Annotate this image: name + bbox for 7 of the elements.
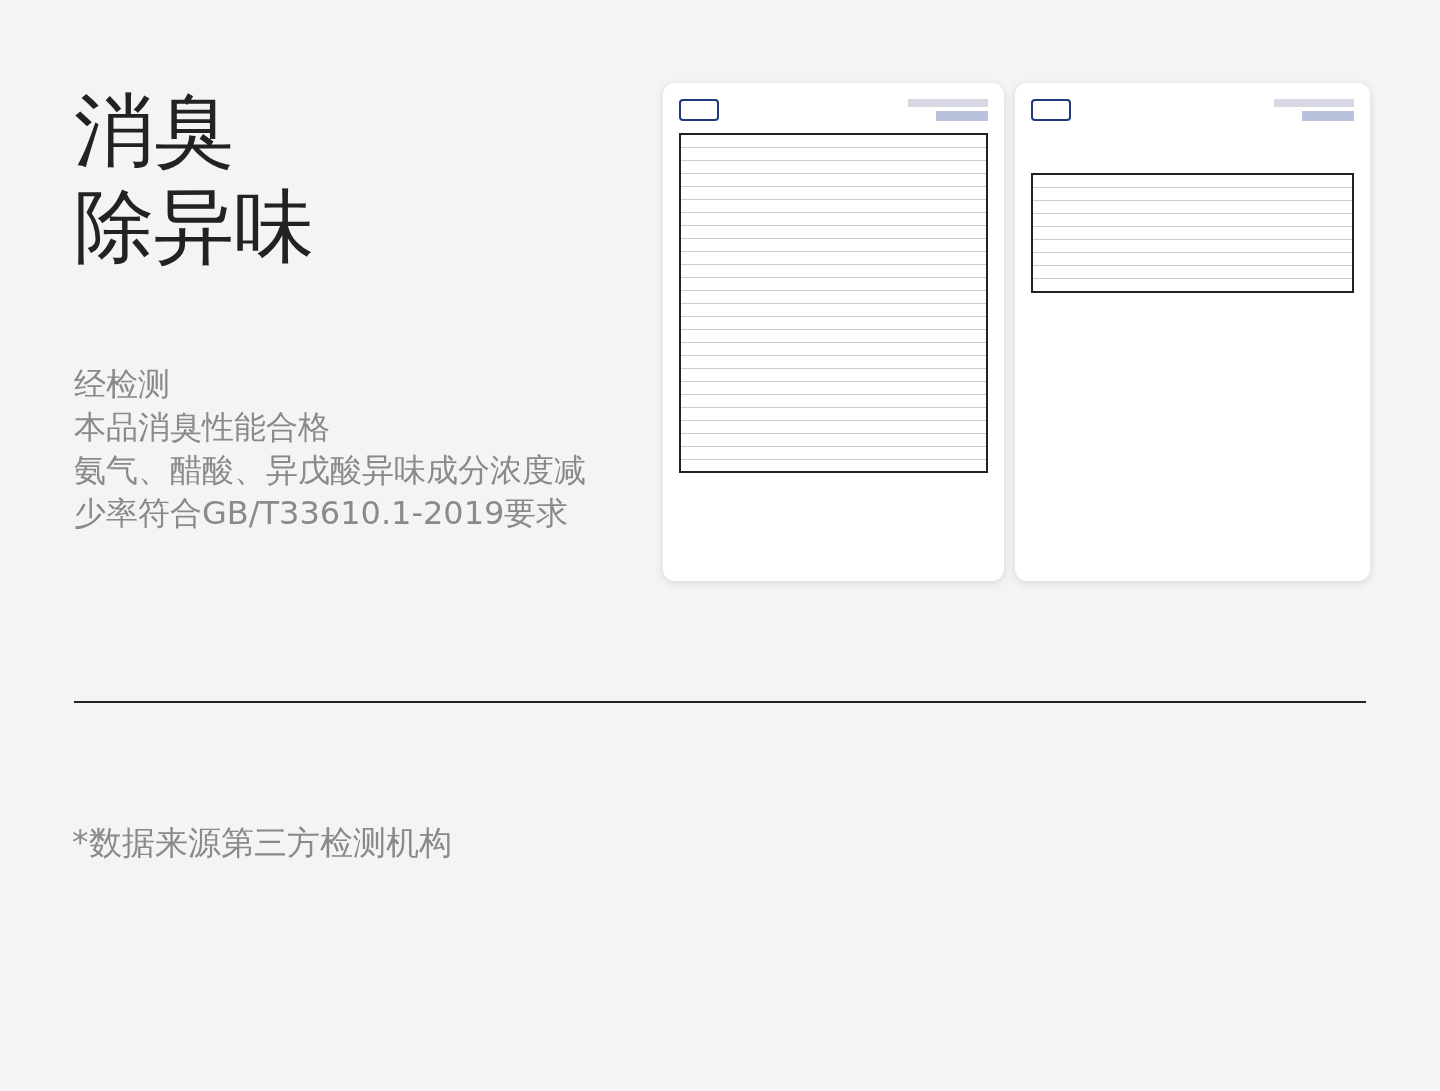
footnote: *数据来源第三方检测机构 [72, 822, 453, 864]
headline: 除异味 [74, 179, 315, 275]
description-line: 少率符合GB/T33610.1-2019要求 [74, 493, 570, 534]
description-line: 经检测 [74, 364, 171, 405]
headline: 消臭 [74, 83, 235, 179]
description-line: 本品消臭性能合格 [74, 407, 331, 448]
description-line: 氨气、醋酸、异戊酸异味成分浓度减 [74, 450, 587, 491]
